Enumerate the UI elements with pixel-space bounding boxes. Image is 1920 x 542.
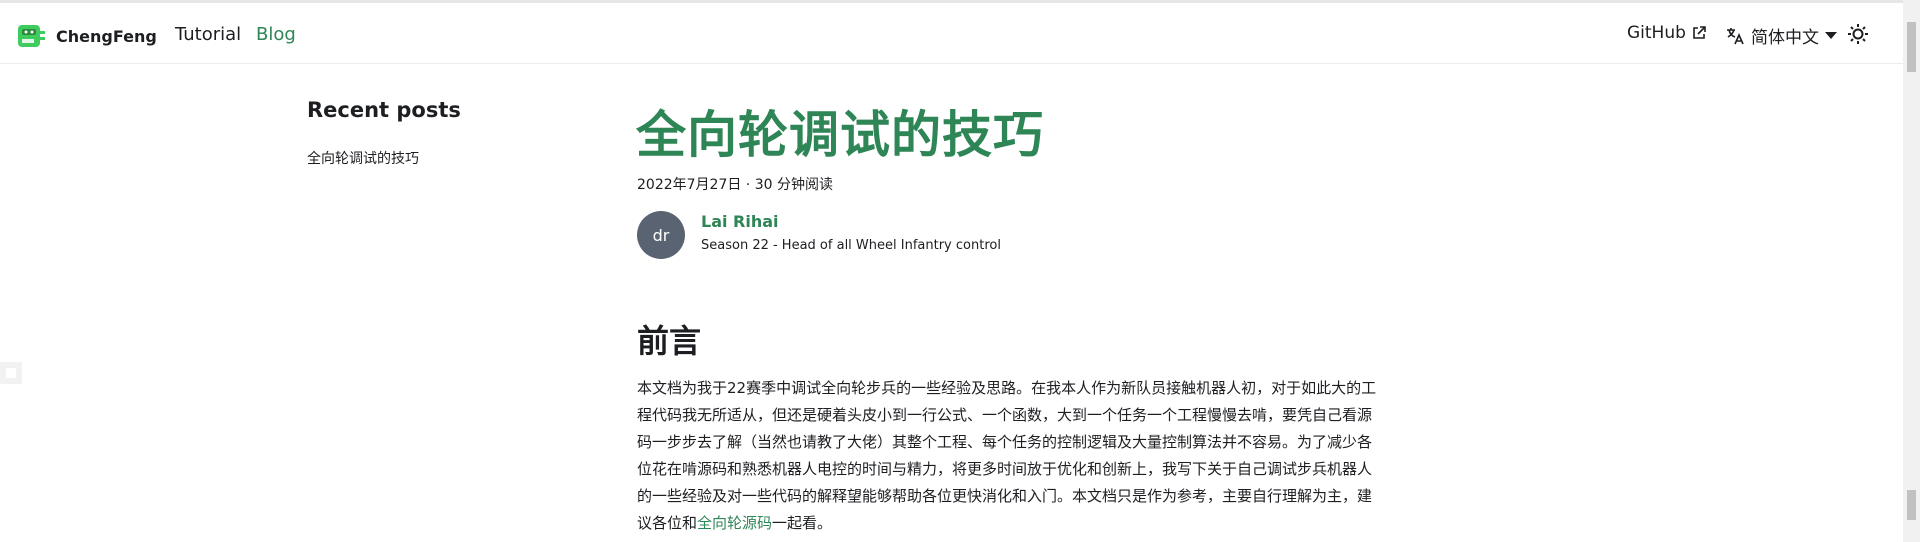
nav-link-tutorial[interactable]: Tutorial bbox=[175, 24, 241, 45]
scrollbar-thumb[interactable] bbox=[1907, 22, 1916, 72]
author-name-link[interactable]: Lai Rihai bbox=[701, 212, 779, 231]
post-title: 全向轮调试的技巧 bbox=[636, 106, 1044, 164]
author-title: Season 22 - Head of all Wheel Infantry c… bbox=[701, 238, 1001, 253]
intro-paragraph: 本文档为我于22赛季中调试全向轮步兵的一些经验及思路。在我本人作为新队员接触机器… bbox=[637, 375, 1377, 537]
paragraph-text-end: 一起看。 bbox=[772, 514, 833, 532]
nav-link-blog[interactable]: Blog bbox=[256, 24, 296, 45]
external-link-icon bbox=[1693, 26, 1706, 39]
github-link[interactable]: GitHub bbox=[1627, 23, 1706, 43]
avatar[interactable]: dr bbox=[637, 211, 685, 259]
navbar: ChengFeng Tutorial Blog GitHub 简体中文 bbox=[0, 0, 1920, 64]
translate-icon bbox=[1727, 27, 1744, 44]
brand[interactable]: ChengFeng bbox=[17, 21, 157, 51]
paragraph-text: 本文档为我于22赛季中调试全向轮步兵的一些经验及思路。在我本人作为新队员接触机器… bbox=[637, 379, 1377, 532]
sidebar-title: Recent posts bbox=[307, 98, 461, 122]
avatar-initials: dr bbox=[652, 225, 670, 245]
source-code-link[interactable]: 全向轮源码 bbox=[697, 514, 772, 532]
language-dropdown[interactable]: 简体中文 bbox=[1725, 23, 1837, 48]
floating-widget[interactable] bbox=[0, 362, 22, 384]
sun-icon[interactable] bbox=[1847, 23, 1869, 45]
scrollbar-thumb-lower[interactable] bbox=[1907, 490, 1916, 520]
brand-title: ChengFeng bbox=[56, 26, 157, 46]
language-label: 简体中文 bbox=[1751, 28, 1819, 48]
dinosaur-logo-icon bbox=[18, 25, 45, 47]
scrollbar[interactable] bbox=[1903, 0, 1920, 542]
chevron-down-icon bbox=[1825, 32, 1837, 39]
post-meta: 2022年7月27日 · 30 分钟阅读 bbox=[637, 177, 833, 193]
github-label: GitHub bbox=[1627, 23, 1686, 43]
section-heading: 前言 bbox=[637, 322, 702, 360]
sidebar-post-link[interactable]: 全向轮调试的技巧 bbox=[307, 148, 419, 168]
